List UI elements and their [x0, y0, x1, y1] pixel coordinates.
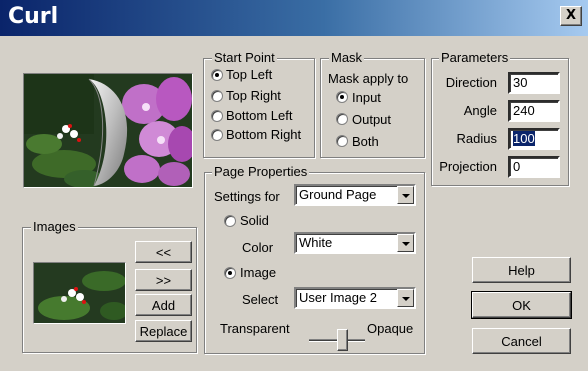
close-icon: X — [565, 8, 577, 23]
window-title: Curl — [8, 4, 59, 29]
previous-image-button[interactable]: << — [135, 241, 192, 263]
transparent-label: Transparent — [220, 321, 290, 336]
radius-value: 100 — [513, 131, 535, 146]
settings-for-select[interactable]: Ground Page — [294, 184, 416, 206]
page-properties-legend: Page Properties — [212, 164, 310, 179]
dropdown-arrow-icon[interactable] — [397, 186, 414, 204]
color-label: Color — [242, 240, 274, 255]
mask-apply-caption: Mask apply to — [328, 71, 409, 86]
angle-label: Angle — [463, 103, 497, 118]
cancel-button[interactable]: Cancel — [472, 328, 571, 354]
mask-legend: Mask — [329, 50, 365, 65]
color-select[interactable]: White — [294, 232, 416, 254]
settings-for-label: Settings for — [214, 189, 280, 204]
image-select[interactable]: User Image 2 — [294, 287, 416, 309]
title-bar[interactable]: Curl X — [0, 0, 588, 36]
close-button[interactable]: X — [560, 6, 582, 26]
opacity-slider-thumb[interactable] — [337, 329, 349, 351]
angle-input[interactable]: 240 — [508, 100, 560, 122]
help-button[interactable]: Help — [472, 257, 571, 283]
replace-image-button[interactable]: Replace — [135, 320, 192, 342]
image-thumbnail — [33, 262, 126, 324]
add-image-button[interactable]: Add — [135, 294, 192, 316]
next-image-button[interactable]: >> — [135, 269, 192, 291]
dropdown-arrow-icon[interactable] — [397, 289, 414, 307]
direction-input[interactable]: 30 — [508, 72, 560, 94]
parameters-legend: Parameters — [439, 50, 511, 65]
select-label: Select — [242, 292, 279, 307]
projection-input[interactable]: 0 — [508, 156, 560, 178]
direction-label: Direction — [445, 75, 497, 90]
ok-button[interactable]: OK — [471, 291, 572, 319]
opaque-label: Opaque — [367, 321, 414, 336]
start-point-legend: Start Point — [212, 50, 277, 65]
projection-label: Projection — [439, 159, 497, 174]
images-legend: Images — [31, 219, 78, 234]
radius-input[interactable]: 100 — [508, 128, 560, 150]
dropdown-arrow-icon[interactable] — [397, 234, 414, 252]
radius-label: Radius — [456, 131, 497, 146]
preview-image — [23, 73, 193, 188]
